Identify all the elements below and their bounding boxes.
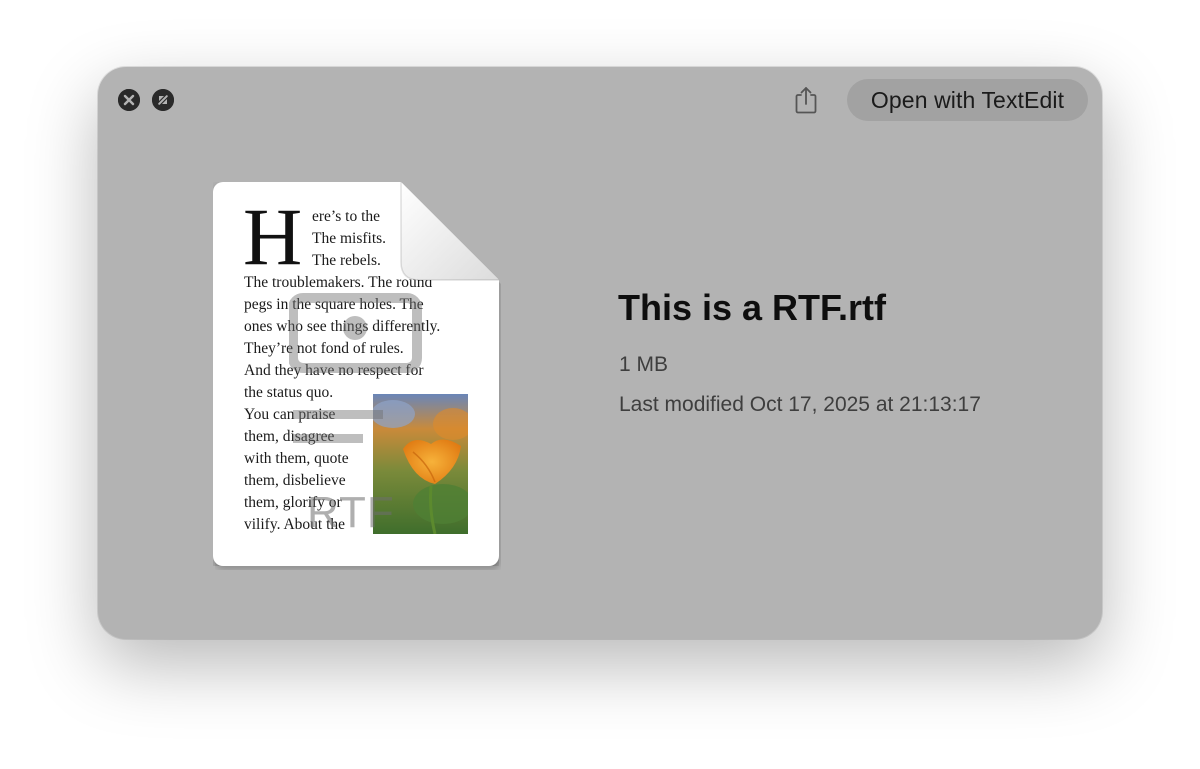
preview-line: The rebels. <box>312 252 381 269</box>
file-name: This is a RTF.rtf <box>618 287 887 328</box>
stage: Open with TextEdit H ere’s to the The mi… <box>0 0 1200 769</box>
document-preview-icon: H ere’s to the The misfits. The rebels. … <box>213 182 501 570</box>
close-icon <box>118 89 140 111</box>
quicklook-window: Open with TextEdit H ere’s to the The mi… <box>98 67 1102 639</box>
file-modified-date: Last modified Oct 17, 2025 at 21:13:17 <box>619 393 981 416</box>
file-size: 1 MB <box>619 353 669 376</box>
share-button[interactable] <box>791 84 821 116</box>
preview-line: ere’s to the <box>312 208 381 225</box>
close-button[interactable] <box>118 89 140 111</box>
rtf-watermark-label: RTF <box>307 488 395 537</box>
fullscreen-button[interactable] <box>152 89 174 111</box>
fullscreen-icon <box>152 89 174 111</box>
drop-cap: H <box>243 191 303 282</box>
preview-line: The misfits. <box>312 230 387 247</box>
share-icon <box>795 87 817 114</box>
page-fold-corner <box>400 182 499 281</box>
open-with-textedit-button[interactable]: Open with TextEdit <box>847 79 1088 121</box>
